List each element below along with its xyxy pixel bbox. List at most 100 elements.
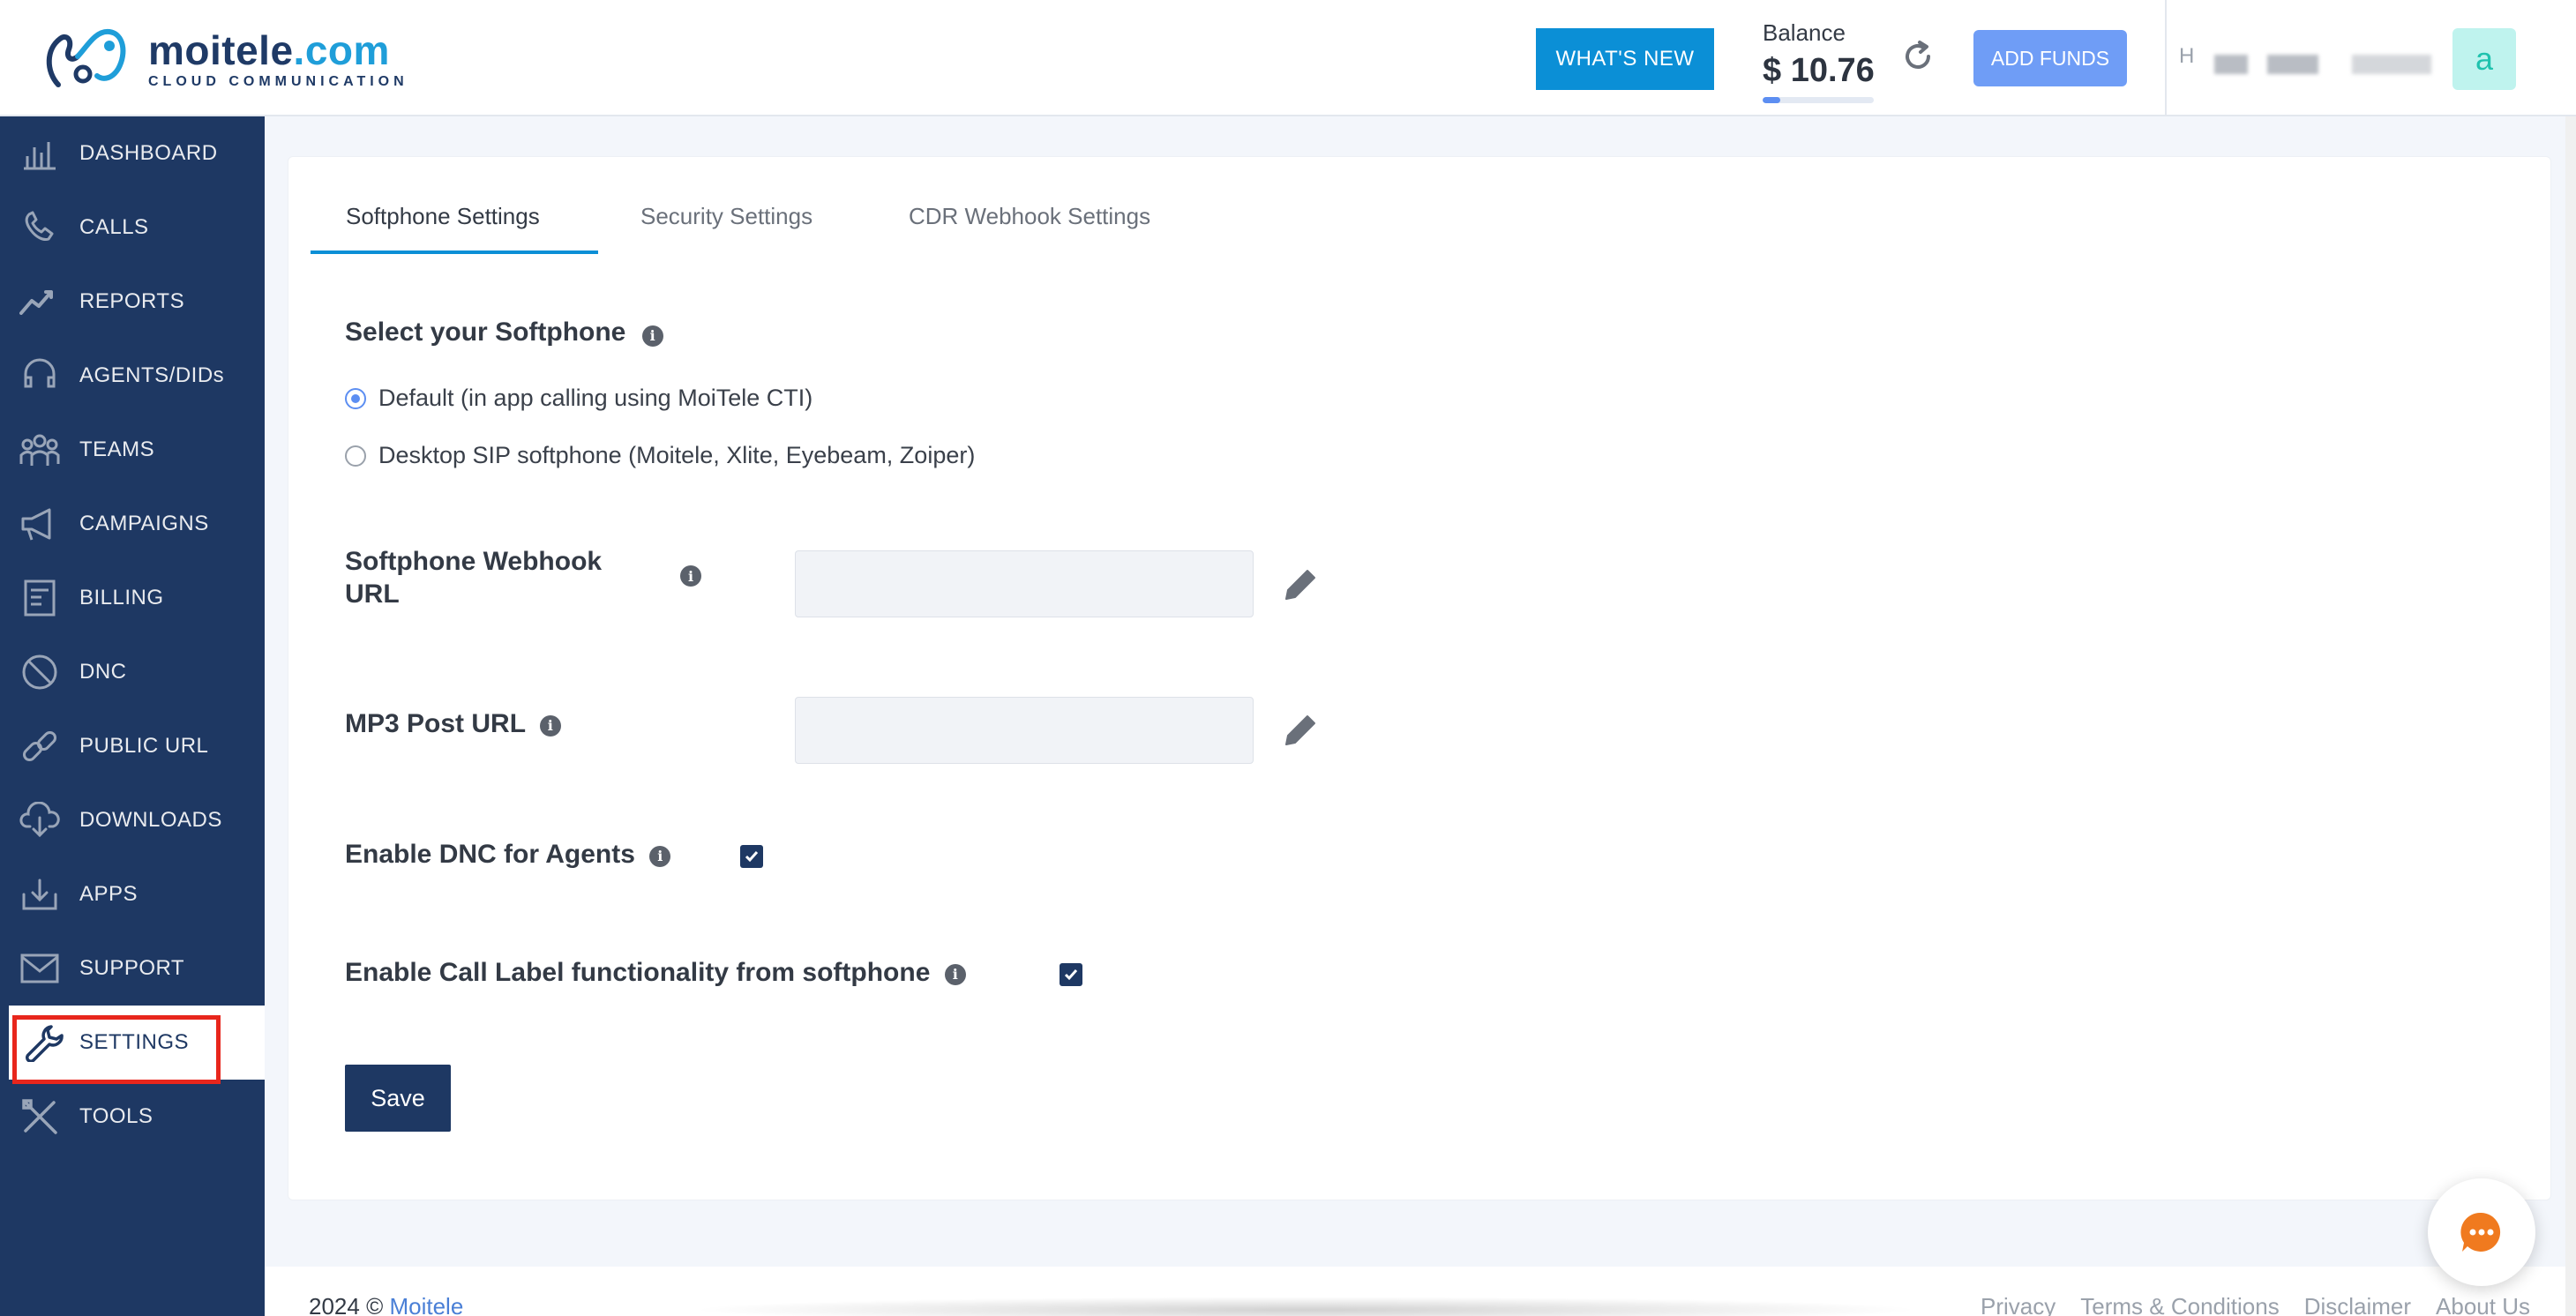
sidebar-item-billing[interactable]: BILLING [0, 561, 265, 635]
footer-year: 2024 © [309, 1293, 384, 1316]
chat-widget-button[interactable] [2428, 1178, 2535, 1286]
headset-icon [0, 358, 79, 393]
mp3-post-url-label: MP3 Post URL i [345, 707, 561, 740]
sidebar-item-label: SETTINGS [79, 1030, 190, 1054]
sidebar-item-label: SUPPORT [79, 956, 185, 980]
header-divider [2165, 0, 2167, 116]
sidebar-item-label: APPS [79, 882, 139, 906]
sidebar-item-dnc[interactable]: DNC [0, 635, 265, 709]
info-icon[interactable]: i [944, 963, 966, 985]
softphone-webhook-url-input[interactable] [795, 550, 1254, 617]
footer-brand-link[interactable]: Moitele [389, 1293, 463, 1316]
sidebar: DASHBOARD CALLS REPORTS AGENTS/DIDs TEAM… [0, 116, 265, 1316]
invoice-icon [0, 579, 79, 617]
sidebar-item-dashboard[interactable]: DASHBOARD [0, 116, 265, 191]
sidebar-item-settings[interactable]: SETTINGS [9, 1006, 265, 1080]
user-avatar[interactable]: a [2452, 28, 2516, 90]
phone-icon [0, 211, 79, 244]
sidebar-item-label: PUBLIC URL [79, 734, 209, 758]
dashboard-icon [0, 137, 79, 170]
footer-shadow [688, 1297, 1923, 1316]
sidebar-item-downloads[interactable]: DOWNLOADS [0, 783, 265, 857]
settings-card [288, 156, 2551, 1200]
wrench-icon [9, 1023, 79, 1062]
sidebar-item-calls[interactable]: CALLS [0, 191, 265, 265]
save-button[interactable]: Save [345, 1065, 451, 1132]
enable-dnc-label: Enable DNC for Agents i [345, 838, 671, 871]
enable-dnc-checkbox[interactable] [740, 845, 763, 868]
radio-label: Default (in app calling using MoiTele CT… [378, 385, 813, 411]
link-icon [0, 727, 79, 766]
moitele-logo[interactable]: moitele.com CLOUD COMMUNICATION [42, 23, 413, 93]
sidebar-item-label: TOOLS [79, 1104, 154, 1128]
sidebar-item-teams[interactable]: TEAMS [0, 413, 265, 487]
envelope-icon [0, 953, 79, 983]
balance-progress-bar [1763, 97, 1874, 103]
edit-pencil-icon[interactable] [1281, 565, 1320, 604]
tab-security-settings[interactable]: Security Settings [640, 203, 812, 230]
whats-new-button[interactable]: WHAT'S NEW [1536, 28, 1714, 90]
footer-links: Privacy Terms & Conditions Disclaimer Ab… [1981, 1293, 2530, 1316]
logo-mark-icon [46, 28, 126, 87]
sidebar-item-tools[interactable]: TOOLS [0, 1080, 265, 1154]
sidebar-item-reports[interactable]: REPORTS [0, 265, 265, 339]
balance-label: Balance [1763, 19, 1846, 46]
sidebar-item-agents[interactable]: AGENTS/DIDs [0, 339, 265, 413]
sidebar-item-label: DASHBOARD [79, 141, 218, 165]
enable-call-label-label: Enable Call Label functionality from sof… [345, 956, 966, 989]
tab-softphone-settings[interactable]: Softphone Settings [346, 203, 540, 230]
chat-icon [2460, 1212, 2501, 1252]
sidebar-item-label: CALLS [79, 215, 149, 239]
sidebar-item-campaigns[interactable]: CAMPAIGNS [0, 487, 265, 561]
chart-line-icon [0, 285, 79, 318]
webhook-url-label: Softphone Webhook URL [345, 547, 603, 609]
footer-link-disclaimer[interactable]: Disclaimer [2304, 1293, 2411, 1316]
sidebar-item-label: BILLING [79, 586, 164, 609]
info-icon[interactable]: i [641, 325, 663, 347]
sidebar-item-label: REPORTS [79, 289, 185, 313]
edit-pencil-icon[interactable] [1281, 711, 1320, 750]
footer-copyright: 2024 © Moitele [309, 1293, 463, 1316]
sidebar-item-label: AGENTS/DIDs [79, 363, 225, 387]
sidebar-item-public-url[interactable]: PUBLIC URL [0, 709, 265, 783]
footer-link-about[interactable]: About Us [2436, 1293, 2530, 1316]
footer-link-privacy[interactable]: Privacy [1981, 1293, 2056, 1316]
redacted-user-name [2214, 55, 2248, 74]
redacted-user-name [2267, 55, 2318, 74]
page-scrollbar[interactable] [2565, 116, 2576, 1316]
sidebar-item-label: CAMPAIGNS [79, 512, 209, 535]
balance-amount: $ 10.76 [1763, 52, 1875, 89]
radio-default-softphone[interactable]: Default (in app calling using MoiTele CT… [345, 385, 812, 412]
info-icon[interactable]: i [539, 714, 561, 737]
sidebar-item-apps[interactable]: APPS [0, 857, 265, 931]
block-icon [0, 653, 79, 692]
user-name[interactable]: H [2179, 44, 2194, 69]
footer-link-terms[interactable]: Terms & Conditions [2080, 1293, 2279, 1316]
radio-desktop-sip-softphone[interactable]: Desktop SIP softphone (Moitele, Xlite, E… [345, 442, 975, 469]
logo-domain: .com [293, 27, 390, 73]
radio-button[interactable] [345, 445, 366, 467]
mp3-post-url-input[interactable] [795, 697, 1254, 764]
download-tray-icon [0, 877, 79, 912]
add-funds-button[interactable]: ADD FUNDS [1973, 30, 2127, 86]
sidebar-item-label: DNC [79, 660, 127, 684]
radio-button[interactable] [345, 387, 366, 409]
tab-cdr-webhook-settings[interactable]: CDR Webhook Settings [909, 203, 1150, 230]
mp3-post-url-text: MP3 Post URL [345, 709, 526, 738]
logo-wordmark: moitele [148, 27, 294, 73]
cloud-download-icon [0, 802, 79, 839]
info-icon[interactable]: i [649, 845, 671, 867]
sidebar-item-label: DOWNLOADS [79, 808, 222, 832]
balance-widget: Balance $ 10.76 [1763, 19, 1875, 103]
info-icon[interactable]: i [680, 565, 701, 587]
checkmark-icon [745, 851, 759, 863]
checkmark-icon [1064, 969, 1078, 981]
sidebar-item-support[interactable]: SUPPORT [0, 931, 265, 1006]
softphone-section-label: Select your Softphone [345, 318, 626, 347]
top-header: moitele.com CLOUD COMMUNICATION WHAT'S N… [0, 0, 2576, 116]
enable-call-label-checkbox[interactable] [1060, 963, 1082, 986]
refresh-icon[interactable] [1900, 39, 1936, 74]
team-icon [0, 432, 79, 467]
redacted-user-name [2352, 55, 2431, 74]
softphone-section-title: Select your Softphone i [345, 318, 663, 348]
